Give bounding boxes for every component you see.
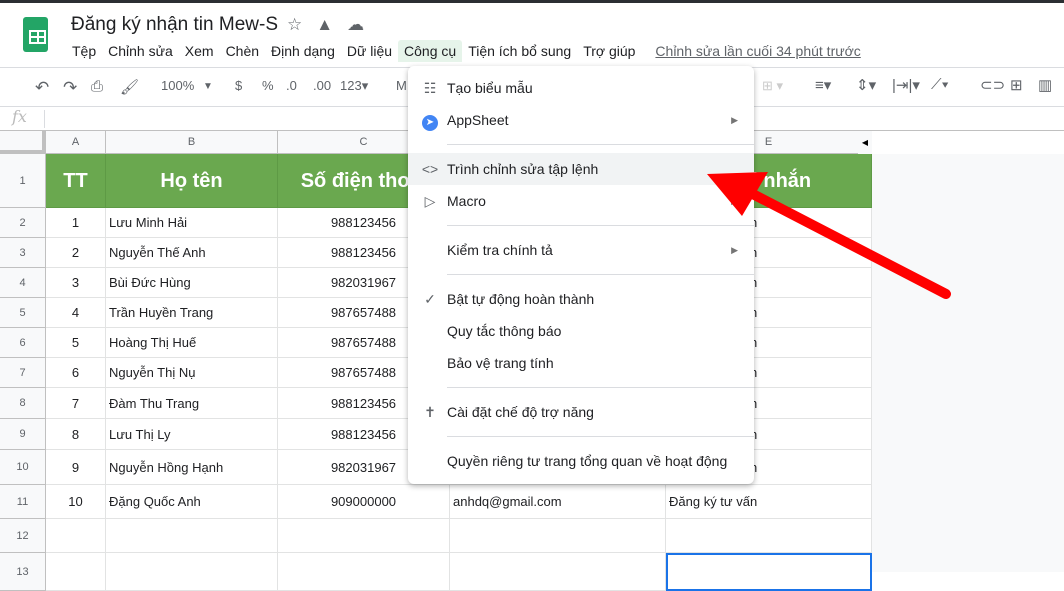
red-arrow-annotation [707,172,951,299]
